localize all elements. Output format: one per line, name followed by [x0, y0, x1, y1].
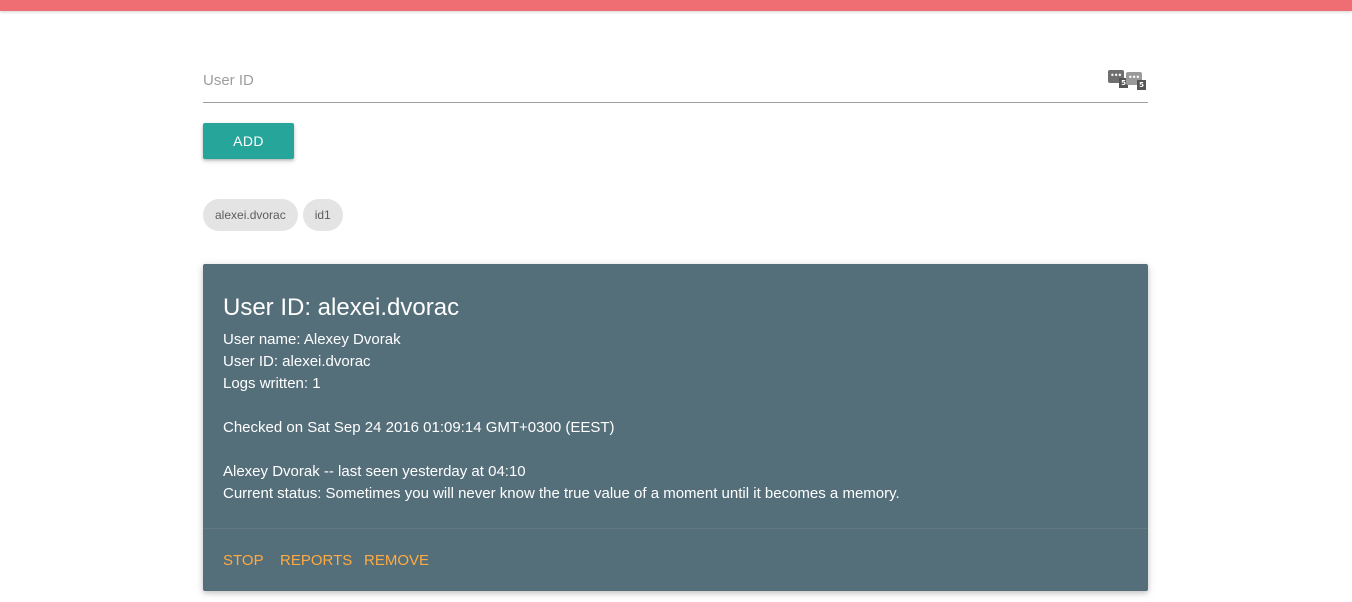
top-accent-bar [0, 0, 1352, 11]
checked-on-text: Checked on Sat Sep 24 2016 01:09:14 GMT+… [223, 419, 615, 436]
password-manager-icon[interactable]: ••• 5 [1108, 70, 1128, 88]
reports-link[interactable]: REPORTS [280, 552, 352, 570]
current-status-text: Current status: Sometimes you will never… [223, 485, 900, 502]
card-actions: STOP REPORTS REMOVE [203, 528, 1148, 592]
last-seen-text: Alexey Dvorak -- last seen yesterday at … [223, 463, 526, 480]
stop-link[interactable]: STOP [223, 552, 264, 570]
user-card: User ID: alexei.dvorac User name: Alexey… [203, 264, 1148, 591]
user-chips: alexei.dvorac id1 [203, 199, 348, 231]
add-button[interactable]: ADD [203, 123, 294, 159]
password-manager-icon[interactable]: ••• 5 [1126, 72, 1146, 90]
user-id-input[interactable] [203, 70, 1093, 90]
password-manager-icons[interactable]: ••• 5 ••• 5 [1108, 70, 1148, 94]
password-manager-badge: 5 [1137, 80, 1146, 90]
card-title: User ID: alexei.dvorac [223, 294, 460, 321]
user-chip[interactable]: alexei.dvorac [203, 199, 298, 231]
card-content: User ID: alexei.dvorac User name: Alexey… [223, 292, 1128, 505]
user-id-field-wrapper: ••• 5 ••• 5 [203, 58, 1148, 103]
user-name-text: User name: Alexey Dvorak [223, 331, 401, 348]
remove-link[interactable]: REMOVE [364, 552, 429, 570]
user-chip[interactable]: id1 [302, 199, 343, 231]
user-id-text: User ID: alexei.dvorac [223, 353, 371, 370]
logs-written-text: Logs written: 1 [223, 375, 321, 392]
